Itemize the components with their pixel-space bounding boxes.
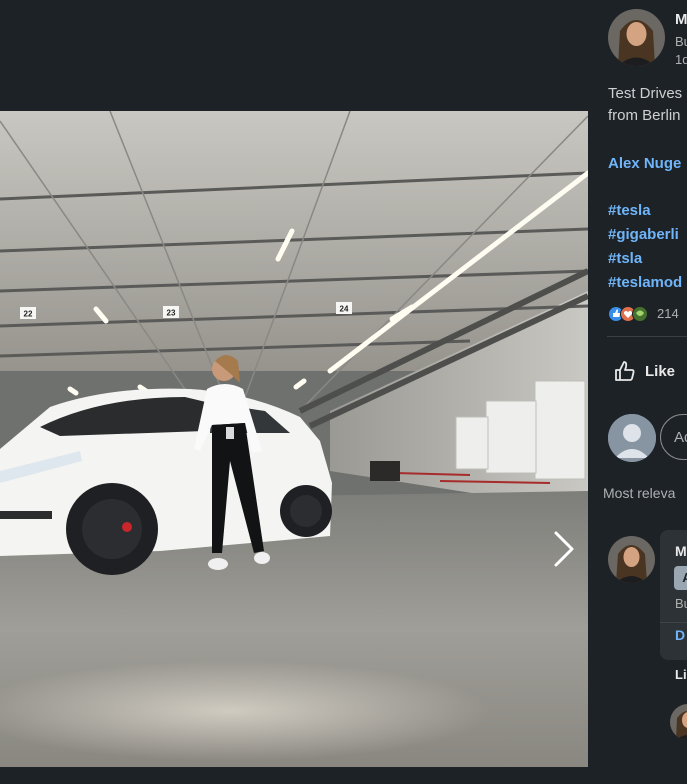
comment-like-button[interactable]: Li bbox=[675, 667, 687, 682]
pillar-number-24: 24 bbox=[340, 305, 349, 314]
commenter-avatar[interactable] bbox=[608, 536, 655, 583]
hashtag-tsla[interactable]: #tsla bbox=[608, 250, 642, 267]
comment-sort-dropdown[interactable]: Most releva bbox=[603, 485, 675, 501]
reaction-count[interactable]: 214 bbox=[657, 306, 679, 321]
pillar-number-22: 22 bbox=[24, 310, 33, 319]
like-button[interactable]: Like bbox=[613, 355, 675, 387]
mention-link[interactable]: Alex Nuge bbox=[608, 155, 681, 172]
author-badge: A bbox=[674, 566, 687, 590]
pillar-number-23: 23 bbox=[167, 309, 176, 318]
post-time: 1d bbox=[675, 52, 687, 67]
comment-link[interactable]: D bbox=[675, 627, 685, 643]
reply-avatar[interactable] bbox=[670, 704, 687, 740]
comment-divider bbox=[660, 622, 687, 623]
hashtag-gigaberlin[interactable]: #gigaberli bbox=[608, 226, 679, 243]
caption-line-2: from Berlin bbox=[608, 107, 681, 124]
divider bbox=[607, 336, 687, 337]
hashtag-teslamodel[interactable]: #teslamod bbox=[608, 274, 682, 291]
author-avatar[interactable] bbox=[608, 9, 665, 66]
post-photo[interactable]: 22 23 24 bbox=[0, 111, 588, 767]
comment-input[interactable]: Ad bbox=[660, 414, 687, 460]
garage-photo-illustration: 22 23 24 bbox=[0, 111, 588, 767]
chevron-right-icon[interactable] bbox=[548, 529, 578, 569]
commenter-name[interactable]: M bbox=[675, 543, 687, 559]
post-caption: Test Drives from Berlin bbox=[608, 83, 682, 127]
commenter-headline: Bu bbox=[675, 596, 687, 611]
viewer-avatar[interactable] bbox=[608, 414, 656, 462]
author-name[interactable]: M bbox=[675, 11, 687, 28]
hashtag-tesla[interactable]: #tesla bbox=[608, 202, 651, 219]
reactions-icons[interactable] bbox=[608, 305, 648, 323]
thumbs-up-icon bbox=[615, 361, 635, 381]
author-headline: Bu bbox=[675, 34, 687, 49]
caption-line-1: Test Drives bbox=[608, 85, 683, 102]
post-details-panel: M Bu 1d Test Drives from Berlin Alex Nug… bbox=[589, 0, 687, 784]
like-label: Like bbox=[645, 362, 676, 380]
